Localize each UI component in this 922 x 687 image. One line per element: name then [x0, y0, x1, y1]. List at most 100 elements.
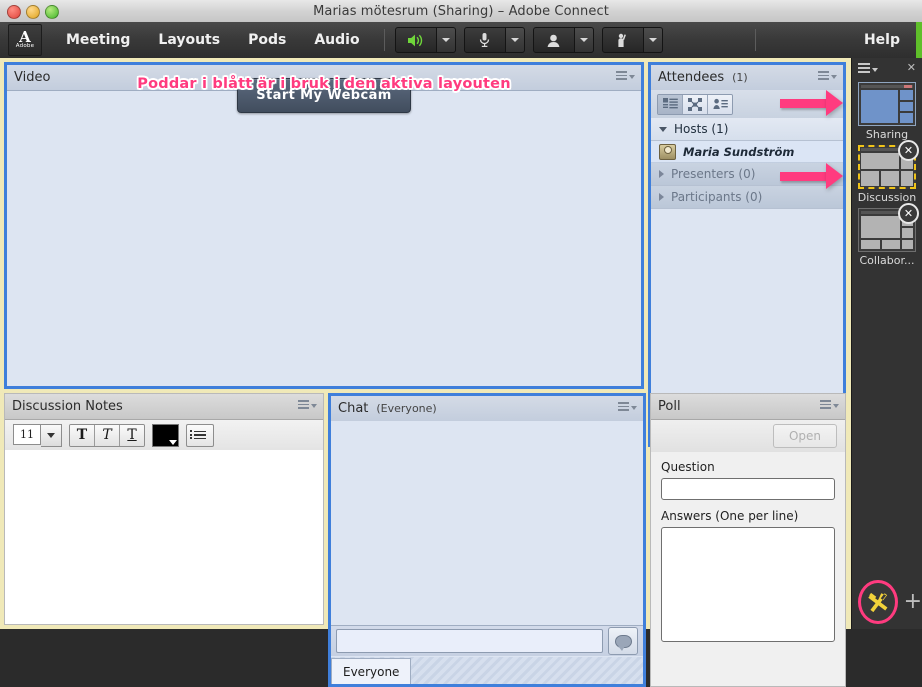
pod-chat: Chat (Everyone) Everyone [328, 393, 646, 687]
layout-close-discussion-icon[interactable]: ✕ [898, 140, 919, 161]
chevron-right-icon [659, 170, 664, 178]
video-annotation-text: Poddar i blått är i bruk i den aktiva la… [137, 76, 511, 92]
notes-format-toolbar: 11 T T T [5, 420, 323, 451]
poll-answers-input[interactable] [661, 527, 835, 642]
pod-notes-menu-icon[interactable] [298, 400, 317, 409]
pod-attendees: Attendees (1) Hosts (1) Maria Sundström … [648, 62, 846, 447]
chat-bubble-icon[interactable] [608, 627, 638, 655]
chat-message-list [331, 421, 643, 626]
pod-chat-menu-icon[interactable] [618, 402, 637, 411]
attendee-group-hosts[interactable]: Hosts (1) [651, 118, 843, 141]
chevron-down-icon [659, 126, 667, 132]
microphone-dropdown[interactable] [505, 27, 525, 53]
menu-layouts[interactable]: Layouts [144, 22, 234, 58]
add-layout-button[interactable]: + [904, 591, 922, 613]
bold-button[interactable]: T [70, 424, 95, 446]
bullet-list-button[interactable] [186, 423, 214, 447]
layout-close-collaboration-icon[interactable]: ✕ [898, 203, 919, 224]
window-title: Marias mötesrum (Sharing) – Adobe Connec… [313, 3, 609, 19]
pod-notes-header: Discussion Notes [5, 394, 323, 420]
raise-hand-control [601, 27, 663, 53]
menu-pods[interactable]: Pods [234, 22, 300, 58]
layouts-rail-footer: + [852, 579, 922, 625]
chat-input-row [331, 626, 643, 656]
minimize-button[interactable] [26, 5, 40, 19]
layouts-close-icon[interactable]: ✕ [907, 62, 916, 73]
layout-item-collaboration[interactable]: ✕ Collabor... [856, 203, 919, 267]
speaker-control [394, 27, 456, 53]
pod-attendees-count: (1) [732, 71, 748, 84]
layouts-menu-icon[interactable] [858, 63, 878, 73]
italic-button[interactable]: T [95, 424, 120, 446]
attendee-group-participants[interactable]: Participants (0) [651, 186, 843, 209]
layout-item-discussion[interactable]: ✕ Discussion [856, 140, 919, 204]
adobe-logo-name: Adobe [15, 42, 35, 49]
list-view-icon[interactable] [658, 94, 683, 114]
pod-video: Video Start My Webcam Poddar i blått är … [4, 62, 644, 389]
poll-open-button[interactable]: Open [773, 424, 837, 448]
layout-thumbnail-sharing[interactable] [858, 82, 916, 126]
pod-poll-title: Poll [658, 399, 681, 414]
window-titlebar: Marias mötesrum (Sharing) – Adobe Connec… [0, 0, 922, 23]
pod-poll-header: Poll [651, 394, 845, 420]
chat-tab-everyone[interactable]: Everyone [331, 658, 412, 684]
zoom-button[interactable] [45, 5, 59, 19]
adobe-connect-window: Marias mötesrum (Sharing) – Adobe Connec… [0, 0, 922, 687]
poll-answers-label: Answers (One per line) [661, 509, 799, 523]
attendee-view-toggle-group [657, 93, 733, 115]
close-button[interactable] [7, 5, 21, 19]
attendee-row[interactable]: Maria Sundström [651, 141, 843, 163]
menu-divider [383, 29, 385, 51]
window-controls [7, 5, 59, 19]
font-size-dropdown-icon[interactable] [41, 423, 62, 447]
raise-hand-dropdown[interactable] [643, 27, 663, 53]
pod-notes-title: Discussion Notes [12, 399, 123, 414]
speaker-dropdown[interactable] [436, 27, 456, 53]
poll-form: Question Answers (One per line) [651, 452, 845, 686]
poll-action-bar: Open [651, 420, 845, 453]
poll-question-input[interactable] [661, 478, 835, 500]
attendee-group-participants-label: Participants (0) [671, 190, 763, 204]
status-view-icon[interactable] [708, 94, 732, 114]
chat-input[interactable] [336, 629, 603, 653]
text-style-group: T T T [69, 423, 145, 447]
notes-text-area[interactable] [5, 450, 323, 624]
layout-label-collaboration: Collabor... [859, 254, 915, 267]
adobe-logo-icon: A Adobe [8, 24, 42, 56]
menu-audio[interactable]: Audio [300, 22, 373, 58]
tools-icon[interactable] [858, 580, 898, 624]
pod-attendees-menu-icon[interactable] [818, 71, 837, 80]
layouts-rail: ✕ Sharing ✕ Discussion ✕ Collabor... + [851, 58, 922, 629]
layout-item-sharing[interactable]: Sharing [856, 82, 918, 141]
raise-hand-button[interactable] [601, 27, 644, 53]
chevron-right-icon [659, 193, 664, 201]
layouts-rail-header: ✕ [852, 58, 922, 78]
chat-tab-strip: Everyone [331, 657, 643, 684]
font-size-selector[interactable]: 11 [13, 423, 62, 447]
microphone-button[interactable] [463, 27, 506, 53]
underline-button[interactable]: T [120, 424, 144, 446]
menu-help[interactable]: Help [850, 22, 922, 58]
menu-meeting[interactable]: Meeting [52, 22, 144, 58]
webcam-control [532, 27, 594, 53]
speaker-button[interactable] [394, 27, 437, 53]
pod-discussion-notes: Discussion Notes 11 T T T [4, 393, 324, 625]
pod-attendees-title: Attendees [658, 70, 725, 85]
poll-question-label: Question [661, 460, 715, 474]
webcam-button[interactable] [532, 27, 575, 53]
webcam-dropdown[interactable] [574, 27, 594, 53]
menu-bar: A Adobe Meeting Layouts Pods Audio Help [0, 22, 922, 59]
pod-attendees-header: Attendees (1) [651, 65, 843, 91]
host-icon [659, 143, 676, 160]
microphone-control [463, 27, 525, 53]
breakout-view-icon[interactable] [683, 94, 708, 114]
connection-indicator [916, 22, 922, 58]
pod-poll-menu-icon[interactable] [820, 400, 839, 409]
pod-chat-header: Chat (Everyone) [331, 396, 643, 422]
text-color-swatch[interactable] [152, 423, 179, 447]
meeting-stage: Video Start My Webcam Poddar i blått är … [0, 58, 852, 687]
adobe-logo-letter: A [19, 27, 31, 46]
attendee-group-presenters-label: Presenters (0) [671, 167, 756, 181]
attendee-name: Maria Sundström [683, 144, 795, 159]
pod-poll: Poll Open Question Answers (One per line… [650, 393, 846, 687]
